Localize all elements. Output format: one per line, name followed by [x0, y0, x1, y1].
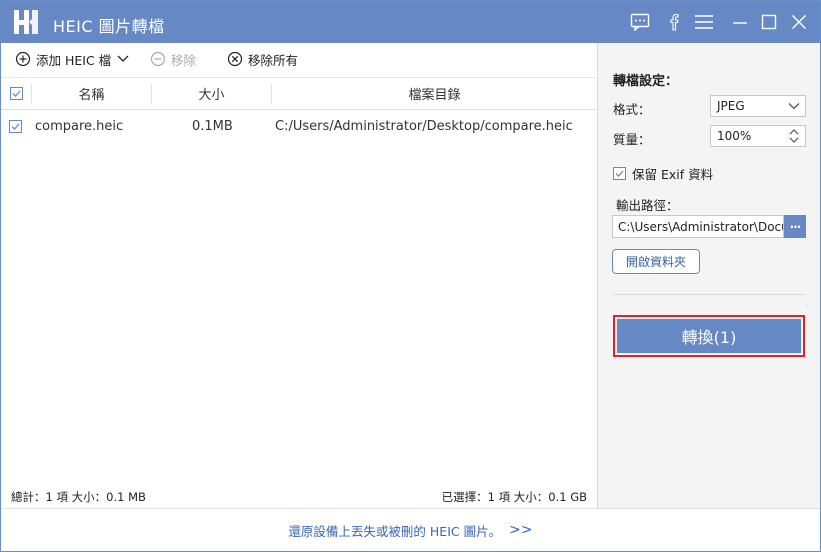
settings-pane: 轉檔設定： 格式： JPEG 質量： 100% 保留 Exif 資料 輸出路徑：… [597, 43, 820, 508]
add-heic-button[interactable]: 添加 HEIC 檔 [15, 50, 130, 68]
open-folder-button[interactable]: 開啟資料夾 [612, 249, 700, 274]
header-name[interactable]: 名稱 [32, 78, 151, 109]
select-all-cell [1, 78, 31, 109]
browse-button[interactable]: ··· [784, 215, 806, 238]
check-icon [12, 90, 20, 97]
format-value: JPEG [717, 99, 745, 113]
remove-button[interactable]: 移除 [150, 50, 196, 68]
toolbar: 添加 HEIC 檔 移除 移除所有 [1, 43, 597, 75]
double-chevron-right-icon: >> [509, 522, 533, 538]
row-file-size: 0.1MB [192, 118, 233, 134]
check-icon [11, 123, 20, 130]
facebook-icon[interactable] [662, 10, 686, 34]
row-checkbox-cell [9, 111, 22, 141]
header-size[interactable]: 大小 [152, 78, 271, 109]
quality-stepper[interactable]: 100% [710, 125, 806, 147]
maximize-icon[interactable] [757, 10, 781, 34]
chevron-down-icon [117, 55, 129, 62]
remove-all-label: 移除所有 [248, 52, 299, 68]
exif-option[interactable]: 保留 Exif 資料 [613, 164, 713, 183]
check-icon [615, 170, 624, 177]
app-title: HEIC 圖片轉檔 [53, 17, 165, 36]
output-path-field[interactable]: C:\Users\Administrator\Documents [612, 215, 784, 238]
minimize-icon[interactable] [728, 10, 752, 34]
format-label: 格式： [613, 102, 651, 117]
recover-heic-link[interactable]: 還原設備上丟失或被刪的 HEIC 圖片。 >> [288, 521, 532, 540]
remove-all-button[interactable]: 移除所有 [227, 50, 298, 68]
convert-button[interactable]: 轉換(1) [617, 319, 801, 353]
row-file-directory: C:/Users/Administrator/Desktop/compare.h… [275, 118, 573, 134]
chevron-down-icon [788, 103, 800, 110]
status-selected: 已選擇：1 項 大小：0.1 GB [441, 490, 587, 504]
settings-title: 轉檔設定： [613, 74, 679, 89]
menu-icon[interactable] [692, 10, 716, 34]
convert-button-highlight: 轉換(1) [613, 315, 805, 357]
title-bar: HEIC 圖片轉檔 [1, 1, 820, 43]
add-heic-label: 添加 HEIC 檔 [36, 52, 112, 68]
row-checkbox[interactable] [9, 119, 22, 133]
format-select[interactable]: JPEG [710, 95, 806, 117]
select-all-checkbox[interactable] [9, 87, 23, 100]
minus-circle-icon [150, 51, 166, 67]
footer: 還原設備上丟失或被刪的 HEIC 圖片。 >> [1, 508, 820, 551]
app-window: HEIC 圖片轉檔 添加 HEIC 檔 移除 移除所有 名稱 大小 檔案目錄 c… [0, 0, 821, 552]
quality-label: 質量： [613, 132, 651, 147]
plus-circle-icon [15, 51, 31, 67]
settings-divider [613, 294, 806, 295]
quality-value: 100% [717, 129, 752, 143]
app-logo-icon [11, 8, 41, 36]
header-directory[interactable]: 檔案目錄 [272, 78, 597, 109]
up-down-arrows-icon[interactable] [787, 128, 801, 144]
file-list-header: 名稱 大小 檔案目錄 [1, 77, 597, 110]
exif-checkbox[interactable] [613, 167, 626, 180]
x-circle-icon [227, 51, 243, 67]
recover-heic-text: 還原設備上丟失或被刪的 HEIC 圖片。 [288, 523, 502, 539]
close-icon[interactable] [787, 10, 811, 34]
remove-label: 移除 [171, 52, 197, 68]
status-total: 總計：1 項 大小：0.1 MB [11, 490, 146, 504]
exif-label: 保留 Exif 資料 [632, 167, 714, 182]
chat-icon[interactable] [628, 10, 652, 34]
table-row[interactable]: compare.heic 0.1MB C:/Users/Administrato… [1, 111, 597, 141]
file-list-pane: 添加 HEIC 檔 移除 移除所有 名稱 大小 檔案目錄 compare.hei… [1, 43, 597, 508]
output-path-label: 輸出路徑： [616, 198, 679, 213]
row-file-name: compare.heic [35, 118, 124, 134]
